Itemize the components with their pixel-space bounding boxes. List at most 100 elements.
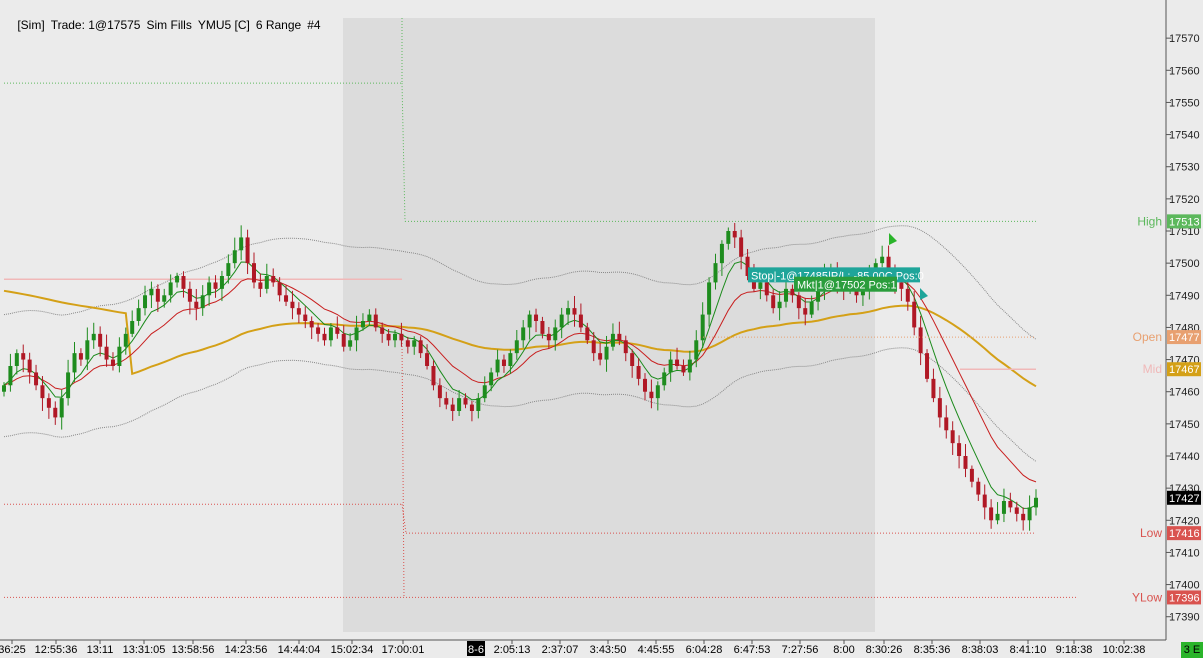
- candle-body: [957, 443, 962, 456]
- bar-type-label: 6 Range: [255, 18, 302, 32]
- candle-body: [360, 321, 365, 328]
- candle-body: [636, 366, 641, 379]
- buy-arrow-icon: [889, 233, 897, 245]
- x-tick-label: 8:41:10: [1010, 644, 1047, 656]
- candle-body: [239, 237, 244, 251]
- x-tick-label: 10:02:38: [1103, 644, 1146, 656]
- candle-body: [501, 359, 506, 366]
- candle-body: [425, 353, 430, 366]
- y-tick-label: 17420: [1169, 515, 1200, 527]
- candle-body: [771, 295, 776, 309]
- x-tick-label: 8:00: [833, 644, 854, 656]
- candle-body: [149, 288, 154, 296]
- candle-body: [2, 385, 6, 392]
- candle-body: [1014, 507, 1019, 514]
- x-tick-label: 8:38:03: [962, 644, 999, 656]
- account-label: [Sim]: [17, 18, 45, 32]
- candle-body: [66, 372, 71, 399]
- status-badge[interactable]: 3 E: [1181, 642, 1203, 658]
- candle-body: [905, 288, 910, 302]
- candle-body: [963, 456, 968, 469]
- panel-id-label: #4: [307, 18, 321, 32]
- sell-arrow-icon: [920, 288, 928, 300]
- candle-body: [655, 385, 660, 399]
- candle-body: [489, 372, 494, 386]
- candle-body: [469, 404, 474, 411]
- candle-body: [85, 340, 90, 360]
- ylow-level-name: YLow: [1132, 590, 1162, 604]
- candle-body: [123, 333, 128, 347]
- y-tick-label: 17560: [1169, 65, 1200, 77]
- candle-body: [796, 295, 801, 309]
- candle-body: [925, 353, 930, 379]
- ylow-price-tag: 17396: [1167, 590, 1201, 605]
- candle-body: [668, 359, 673, 373]
- candle-body: [213, 282, 218, 289]
- candle-body: [207, 282, 212, 296]
- price-chart[interactable]: 1757017560175501754017530175201751017500…: [0, 0, 1203, 658]
- candle-body: [521, 327, 526, 341]
- x-tick-label: 13:11: [87, 644, 114, 656]
- candle-body: [322, 333, 327, 341]
- candle-body: [899, 282, 904, 289]
- y-tick-label: 17550: [1169, 97, 1200, 109]
- candle-body: [598, 353, 603, 360]
- candle-body: [136, 308, 141, 321]
- candle-body: [130, 321, 135, 334]
- candle-body: [578, 314, 583, 328]
- x-tick-label: 15:02:34: [331, 644, 374, 656]
- chart-panel[interactable]: 17570 17560 17550 17540 17530 17520 17510 17500…: [0, 0, 1203, 658]
- high-level-name: High: [1137, 214, 1162, 228]
- x-tick-label: 14:23:56: [225, 644, 268, 656]
- candle-body: [303, 314, 308, 321]
- candle-body: [969, 468, 974, 482]
- trade-label: Trade: 1@17575: [50, 18, 141, 32]
- candle-body: [649, 391, 654, 399]
- mid-price-tag: 17467: [1167, 362, 1201, 377]
- x-tick-label: 2:37:07: [542, 644, 579, 656]
- candle-body: [175, 276, 180, 283]
- x-tick-label: 2:05:13: [494, 644, 531, 656]
- candle-body: [1008, 501, 1013, 508]
- candle-body: [707, 282, 712, 315]
- candle-body: [687, 359, 692, 373]
- session-shade: [343, 18, 875, 632]
- candle-body: [91, 333, 96, 341]
- candle-body: [642, 378, 647, 392]
- candle-body: [713, 263, 718, 283]
- candle-body: [200, 295, 205, 309]
- candle-body: [553, 327, 558, 341]
- market-order-label[interactable]: Mkt|1@17502 Pos:1: [794, 276, 897, 292]
- candle-body: [662, 372, 667, 386]
- candle-body: [27, 359, 32, 373]
- candle-body: [34, 372, 39, 386]
- candle-body: [412, 340, 417, 347]
- candle-body: [155, 288, 160, 302]
- candle-body: [341, 333, 346, 347]
- candle-body: [937, 398, 942, 418]
- x-tick-label: 8:35:36: [914, 644, 951, 656]
- y-tick-label: 17490: [1169, 290, 1200, 302]
- x-tick-label: 9:18:38: [1056, 644, 1093, 656]
- x-tick-label: 6:47:53: [734, 644, 771, 656]
- candle-body: [226, 263, 231, 276]
- candle-body: [944, 417, 949, 431]
- candle-body: [143, 295, 148, 309]
- candle-body: [296, 308, 301, 315]
- x-tick-label: 12:55:36: [35, 644, 78, 656]
- candle-body: [463, 398, 468, 405]
- candle-body: [572, 308, 577, 315]
- candle-body: [373, 314, 378, 328]
- candle-body: [700, 314, 705, 341]
- candle-body: [495, 359, 500, 373]
- candle-body: [726, 231, 731, 244]
- candle-body: [604, 346, 609, 360]
- mid-level-name: Mid: [1143, 362, 1162, 376]
- candle-body: [162, 295, 167, 302]
- x-tick-label: 8:30:26: [866, 644, 903, 656]
- candle-body: [46, 398, 51, 408]
- candle-body: [610, 333, 615, 347]
- x-tick-label: 14:44:04: [278, 644, 321, 656]
- x-tick-label: 13:31:05: [123, 644, 166, 656]
- y-tick-label: 17530: [1169, 162, 1200, 174]
